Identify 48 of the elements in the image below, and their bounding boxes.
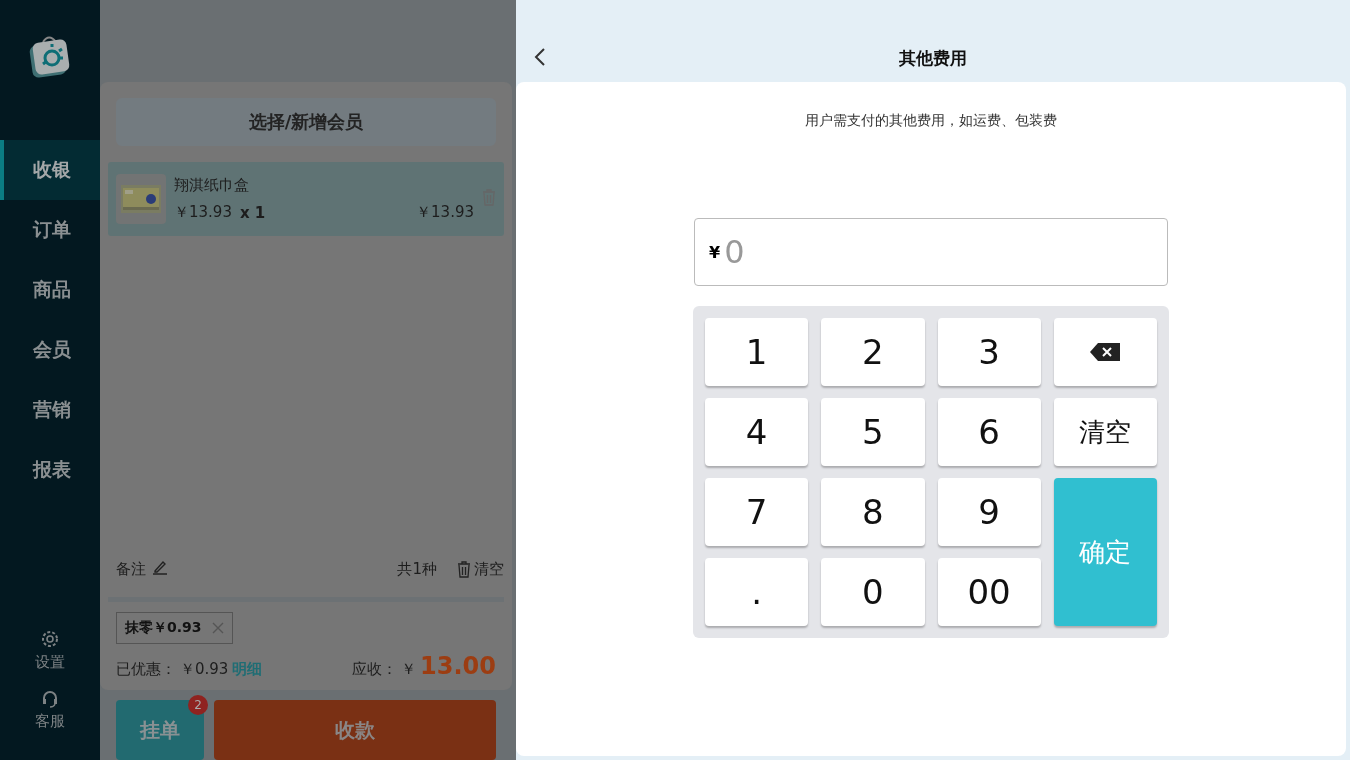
discount-label: 已优惠： (116, 660, 176, 679)
settings-button[interactable]: 设置 (29, 628, 71, 673)
keypad-key[interactable]: 1 (705, 318, 809, 386)
keypad-key[interactable]: 9 (937, 478, 1041, 546)
nav-item[interactable]: 订单 (0, 200, 100, 260)
keypad-key[interactable]: . (705, 558, 809, 626)
keypad-key[interactable]: 00 (937, 558, 1041, 626)
shopping-bag-logo-icon (29, 34, 71, 78)
quantity: x 1 (239, 203, 266, 222)
count-badge: 2 (188, 695, 208, 715)
panel-title: 其他费用 (899, 47, 967, 70)
clear-key[interactable]: 清空 (1053, 398, 1157, 466)
clear-cart-button[interactable]: 清空 (457, 559, 504, 579)
keypad-key[interactable]: 6 (937, 398, 1041, 466)
nav-item[interactable]: 收银 (0, 140, 100, 200)
nav-item[interactable]: 会员 (0, 320, 100, 380)
keypad-key[interactable]: 7 (705, 478, 809, 546)
keypad-key[interactable]: 5 (821, 398, 925, 466)
keypad-key[interactable]: 4 (705, 398, 809, 466)
amount-due-label: 应收： (352, 660, 398, 679)
line-total: ￥13.93 (416, 203, 474, 222)
discount-chip[interactable]: 抹零￥0.93 (116, 612, 233, 644)
description-text: 用户需支付的其他费用，如运费、包装费 (805, 112, 1057, 130)
discount-amount: ￥0.93 (180, 660, 229, 679)
keypad-key[interactable]: 8 (821, 478, 925, 546)
unit-price: ￥13.93 (174, 203, 232, 222)
currency-symbol: ¥ (709, 242, 721, 262)
headset-icon (41, 690, 59, 708)
amount-field[interactable]: ¥0 (694, 218, 1168, 286)
currency-symbol: ￥ (401, 660, 417, 679)
amount-due: 13.00 (420, 652, 496, 680)
nav-item[interactable]: 商品 (0, 260, 100, 320)
cart-item-row[interactable]: 翔淇纸巾盒 ￥13.93 x 1 ￥13.93 (108, 162, 504, 236)
nav-item[interactable]: 报表 (0, 440, 100, 500)
backspace-key[interactable] (1053, 318, 1157, 386)
item-count: 共1种 (397, 559, 437, 579)
pencil-icon[interactable] (152, 559, 168, 575)
backspace-icon (1089, 342, 1122, 362)
product-name: 翔淇纸巾盒 (174, 176, 250, 195)
member-button[interactable]: 选择/新增会员 (116, 98, 496, 146)
support-button[interactable]: 客服 (29, 689, 71, 732)
keypad-key[interactable]: 3 (937, 318, 1041, 386)
settings-icon (40, 629, 60, 649)
keypad-key[interactable]: 2 (821, 318, 925, 386)
trash-icon (457, 560, 471, 578)
nav-item[interactable]: 营销 (0, 380, 100, 440)
keypad-key[interactable]: 0 (821, 558, 925, 626)
note-label: 备注 (116, 559, 146, 579)
